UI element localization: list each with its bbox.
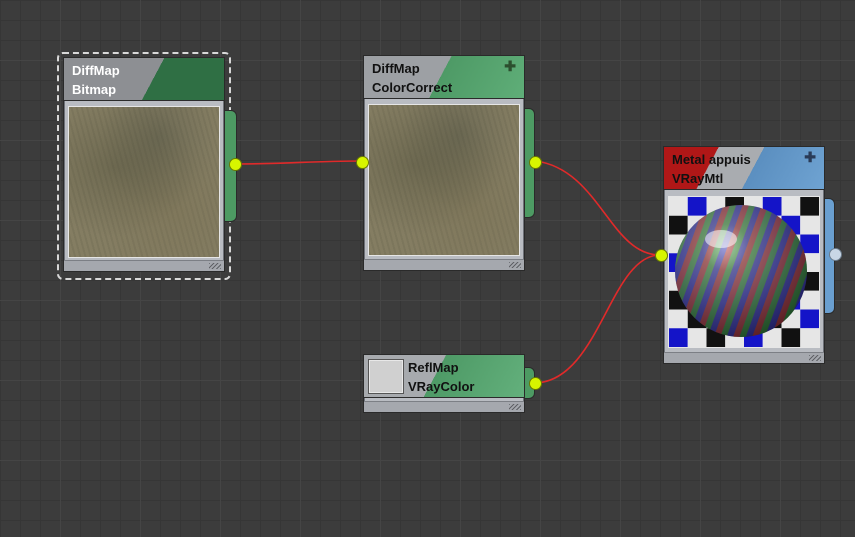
node-header[interactable]: Metal appuis VRayMtl ✚ xyxy=(664,147,824,190)
output-socket[interactable] xyxy=(229,158,242,171)
sphere-highlight xyxy=(705,230,737,248)
node-footer xyxy=(664,352,824,363)
node-type: VRayMtl xyxy=(672,171,724,186)
output-socket[interactable] xyxy=(829,248,842,261)
plus-icon[interactable]: ✚ xyxy=(504,58,516,75)
color-swatch[interactable] xyxy=(368,359,404,394)
node-title: DiffMap Bitmap xyxy=(72,61,120,99)
checker-cell xyxy=(669,215,688,235)
input-socket[interactable] xyxy=(655,249,668,262)
checker-cell xyxy=(687,197,707,216)
checker-cell xyxy=(669,197,688,216)
node-name: Metal appuis xyxy=(672,152,751,167)
node-diffmap-colorcorrect[interactable]: DiffMap ColorCorrect ✚ xyxy=(363,55,525,271)
node-diffmap-bitmap[interactable]: DiffMap Bitmap xyxy=(63,57,225,272)
checker-cell xyxy=(669,328,688,347)
node-footer xyxy=(64,260,224,271)
texture-preview xyxy=(68,106,220,258)
checker-cell xyxy=(800,328,819,347)
checker-cell xyxy=(800,197,819,216)
node-header[interactable]: ReflMap VRayColor xyxy=(364,355,524,398)
texture-preview xyxy=(368,104,520,256)
resize-grip-icon[interactable] xyxy=(209,263,221,269)
checker-cell xyxy=(781,328,801,347)
wire-colorcorrect-to-material xyxy=(535,160,661,256)
node-name: ReflMap xyxy=(408,360,459,375)
material-preview xyxy=(668,196,820,348)
checker-cell xyxy=(687,328,707,347)
node-title: DiffMap ColorCorrect xyxy=(372,59,452,97)
resize-grip-icon[interactable] xyxy=(809,355,821,361)
wire-bitmap-to-colorcorrect xyxy=(235,160,363,165)
checker-cell xyxy=(800,309,819,329)
input-socket[interactable] xyxy=(356,156,369,169)
checker-cell xyxy=(669,309,688,329)
resize-grip-icon[interactable] xyxy=(509,262,521,268)
node-title: ReflMap VRayColor xyxy=(408,358,474,396)
checker-cell xyxy=(781,197,801,216)
node-footer xyxy=(364,401,524,412)
texture-image xyxy=(369,105,519,255)
node-title: Metal appuis VRayMtl xyxy=(672,150,751,188)
plus-icon[interactable]: ✚ xyxy=(804,149,816,166)
node-material-vraymtl[interactable]: Metal appuis VRayMtl ✚ xyxy=(663,146,825,364)
node-type: VRayColor xyxy=(408,379,475,394)
resize-grip-icon[interactable] xyxy=(509,404,521,410)
node-reflmap-vraycolor[interactable]: ReflMap VRayColor xyxy=(363,354,525,413)
node-header[interactable]: DiffMap Bitmap xyxy=(64,58,224,101)
node-header[interactable]: DiffMap ColorCorrect ✚ xyxy=(364,56,524,99)
node-name: DiffMap xyxy=(72,63,120,78)
output-socket[interactable] xyxy=(529,156,542,169)
wire-vraycolor-to-material xyxy=(535,254,661,384)
node-type: ColorCorrect xyxy=(372,80,453,95)
node-name: DiffMap xyxy=(372,61,420,76)
node-type: Bitmap xyxy=(72,82,117,97)
texture-image xyxy=(69,107,219,257)
node-footer xyxy=(364,259,524,270)
output-socket[interactable] xyxy=(529,377,542,390)
checker-cell xyxy=(800,290,819,310)
sphere-reflection xyxy=(675,205,807,337)
checker-cell xyxy=(800,215,819,235)
checker-background xyxy=(669,197,819,347)
